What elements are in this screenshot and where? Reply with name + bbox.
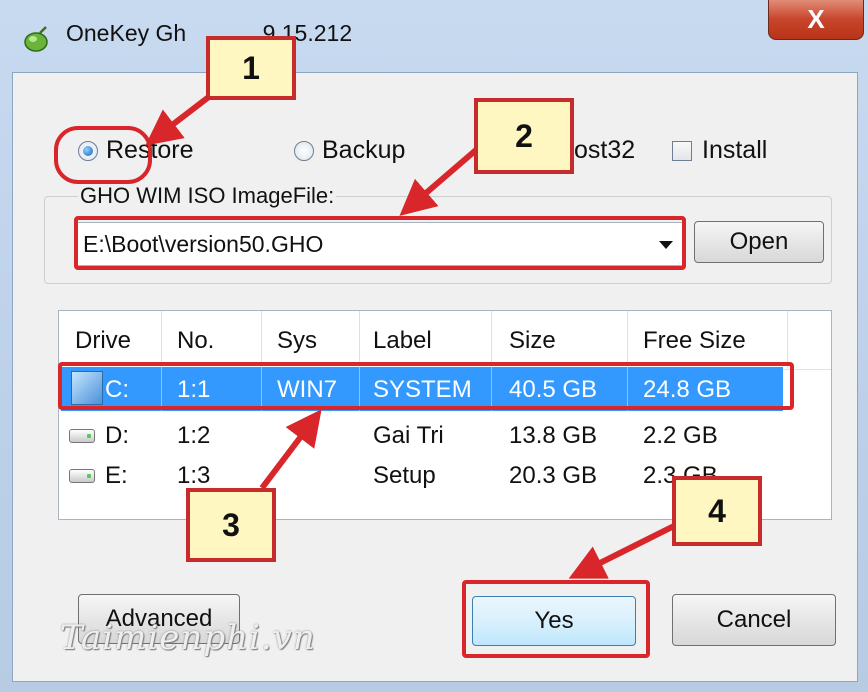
callout-4: 4 (672, 476, 762, 546)
callout-3: 3 (186, 488, 276, 562)
watermark-text: Taimienphi.vn (60, 618, 316, 658)
callout-1: 1 (206, 36, 296, 100)
arrow-to-image-file (399, 147, 478, 216)
callout-arrows (145, 93, 692, 579)
callout-2: 2 (474, 98, 574, 174)
arrow-to-restore (145, 93, 212, 146)
arrow-to-selected-row (259, 409, 322, 490)
